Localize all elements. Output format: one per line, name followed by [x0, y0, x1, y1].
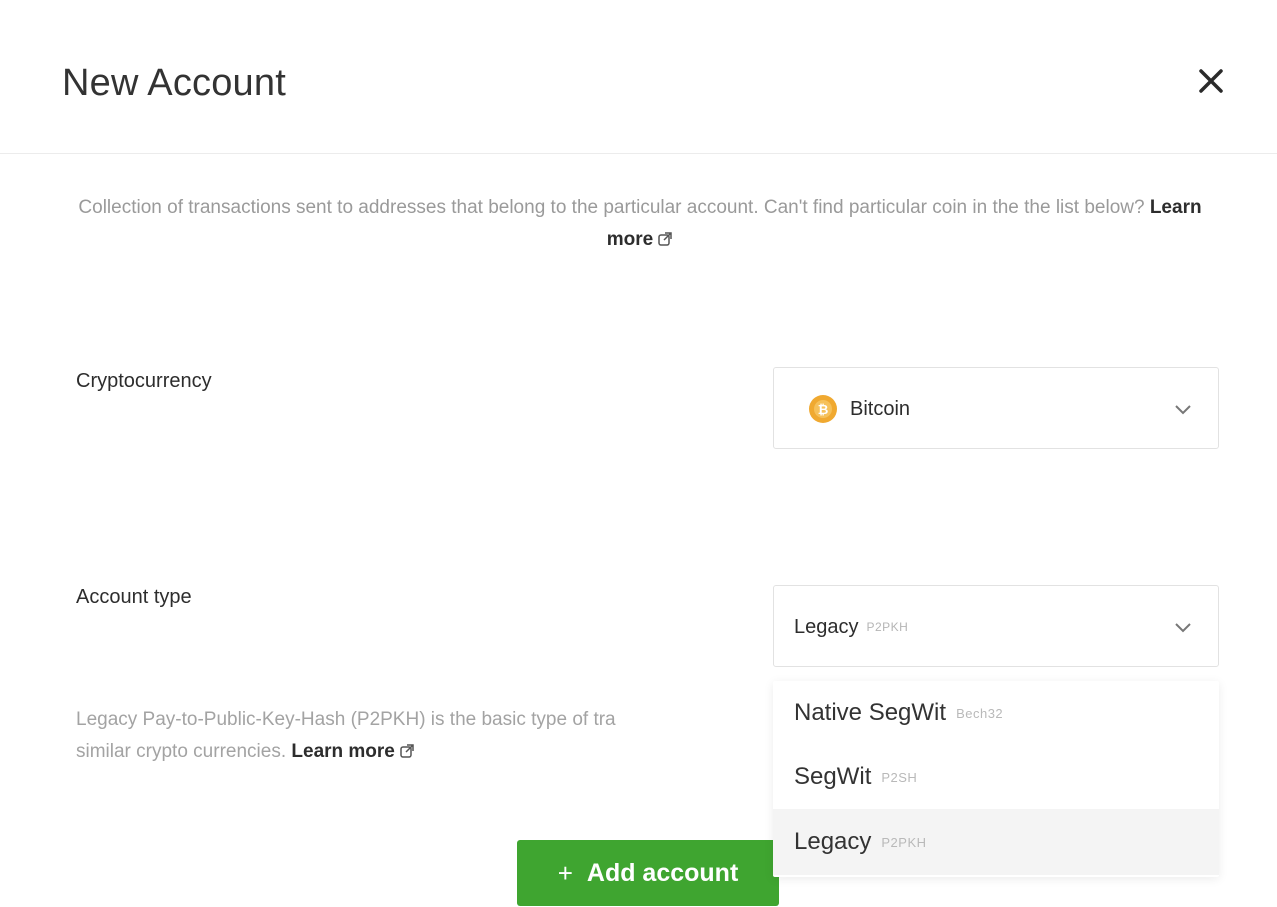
modal-description: Collection of transactions sent to addre…	[70, 192, 1210, 256]
chevron-down-icon	[1175, 405, 1191, 415]
account-type-value-tag: P2PKH	[866, 620, 909, 634]
add-account-label: Add account	[586, 858, 739, 887]
account-type-value: Legacy	[794, 615, 859, 638]
help-learn-more-link[interactable]: Learn more	[291, 741, 414, 762]
bitcoin-icon: ₿	[809, 395, 837, 423]
help-text-line1: Legacy Pay-to-Public-Key-Hash (P2PKH) is…	[76, 709, 616, 730]
plus-icon: +	[557, 857, 573, 888]
close-icon	[1199, 69, 1223, 93]
svg-text:₿: ₿	[818, 403, 829, 418]
description-text: Collection of transactions sent to addre…	[78, 197, 1145, 218]
cryptocurrency-value: Bitcoin	[850, 397, 911, 420]
chevron-down-icon	[1175, 623, 1191, 633]
cryptocurrency-label: Cryptocurrency	[76, 370, 212, 392]
account-type-dropdown: Native SegWit Bech32 SegWit P2SH Legacy …	[773, 681, 1219, 877]
option-legacy[interactable]: Legacy P2PKH	[773, 809, 1219, 875]
new-account-modal: New Account Collection of transactions s…	[0, 0, 1277, 907]
account-type-select[interactable]: Legacy P2PKH	[773, 585, 1219, 667]
account-type-label: Account type	[76, 586, 192, 608]
option-segwit[interactable]: SegWit P2SH	[773, 745, 1219, 809]
help-text-line2: similar crypto currencies.	[76, 741, 287, 762]
external-link-icon	[400, 744, 414, 758]
modal-header: New Account	[0, 0, 1277, 154]
account-type-help: Legacy Pay-to-Public-Key-Hash (P2PKH) is…	[76, 704, 776, 768]
close-button[interactable]	[1188, 58, 1234, 104]
modal-title: New Account	[62, 62, 286, 104]
add-account-button[interactable]: + Add account	[517, 840, 779, 906]
external-link-icon	[658, 232, 672, 246]
option-native-segwit[interactable]: Native SegWit Bech32	[773, 681, 1219, 745]
cryptocurrency-select[interactable]: ₿ Bitcoin	[773, 367, 1219, 449]
